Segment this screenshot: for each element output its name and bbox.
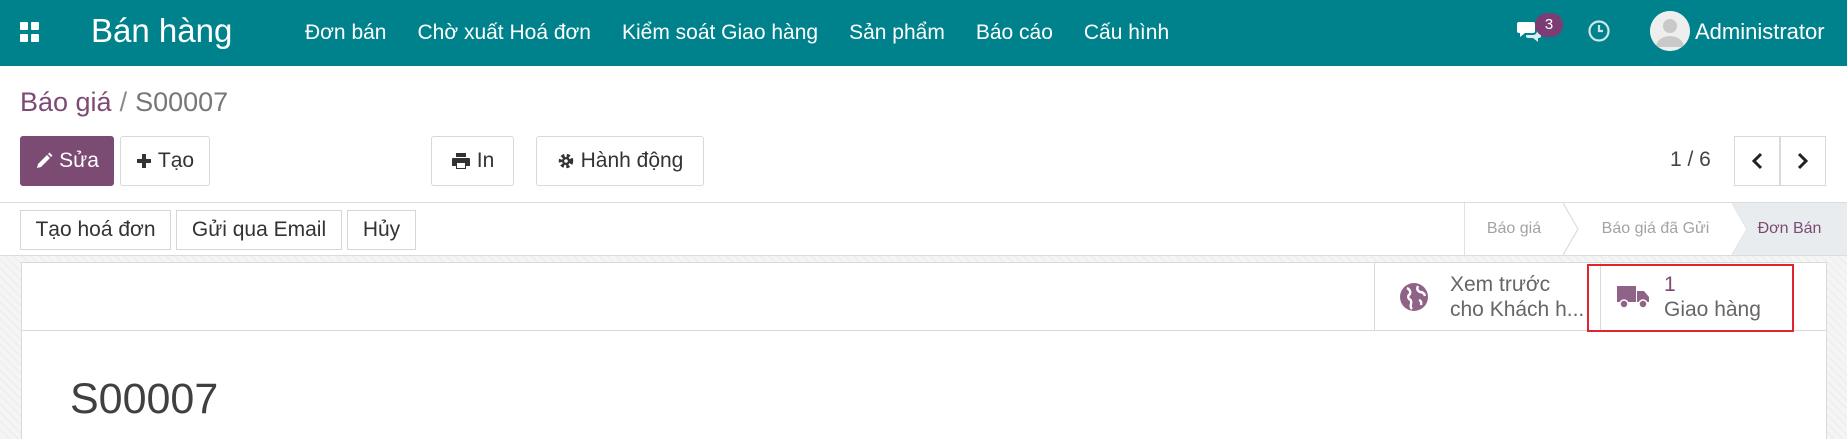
stage-separator <box>1563 203 1579 255</box>
print-button-label: In <box>476 149 495 172</box>
cancel-button[interactable]: Hủy <box>347 210 416 250</box>
user-name[interactable]: Administrator <box>1695 19 1825 45</box>
action-button[interactable]: Hành động <box>536 136 704 186</box>
pager-value[interactable]: 1 / 6 <box>1670 148 1711 172</box>
gear-icon <box>558 153 573 169</box>
apps-icon[interactable] <box>20 22 40 42</box>
create-button[interactable]: Tạo <box>120 136 210 186</box>
menu-item-reports[interactable]: Báo cáo <box>976 21 1053 45</box>
top-navbar: Bán hàng Đơn bán Chờ xuất Hoá đơn Kiểm s… <box>0 0 1847 66</box>
smart-button-box: Xem trước cho Khách h... 1 Giao hàng <box>22 263 1826 331</box>
create-invoice-button[interactable]: Tạo hoá đơn <box>20 210 171 250</box>
menu-item-delivery-control[interactable]: Kiểm soát Giao hàng <box>622 21 818 45</box>
customer-preview-button[interactable]: Xem trước cho Khách h... <box>1374 263 1600 330</box>
customer-preview-line2: cho Khách h... <box>1450 297 1585 321</box>
avatar[interactable] <box>1650 11 1690 51</box>
send-email-button[interactable]: Gửi qua Email <box>176 210 342 250</box>
messages-badge: 3 <box>1535 13 1563 37</box>
stage-sales-order[interactable]: Đơn Bán <box>1732 203 1847 255</box>
app-title[interactable]: Bán hàng <box>91 12 232 50</box>
menu-item-to-invoice[interactable]: Chờ xuất Hoá đơn <box>418 21 591 45</box>
breadcrumb: Báo giá / S00007 <box>20 87 228 118</box>
menu-item-configuration[interactable]: Cấu hình <box>1084 21 1169 45</box>
pager-previous-button[interactable] <box>1734 136 1780 186</box>
chevron-right-icon <box>1797 152 1809 170</box>
main-menu: Đơn bán Chờ xuất Hoá đơn Kiểm soát Giao … <box>305 0 1200 66</box>
create-button-label: Tạo <box>157 149 195 172</box>
pager-next-button[interactable] <box>1780 136 1826 186</box>
stage-quotation-sent[interactable]: Báo giá đã Gửi <box>1579 203 1732 255</box>
print-icon <box>451 153 470 169</box>
plus-icon <box>136 154 151 168</box>
avatar-icon <box>1650 11 1690 51</box>
action-button-label: Hành động <box>580 149 684 172</box>
menu-item-products[interactable]: Sản phẩm <box>849 21 945 45</box>
form-sheet: Xem trước cho Khách h... 1 Giao hàng S00… <box>21 262 1827 439</box>
menu-item-orders[interactable]: Đơn bán <box>305 21 387 45</box>
breadcrumb-separator: / <box>119 87 128 117</box>
pencil-icon <box>37 152 53 168</box>
customer-preview-line1: Xem trước <box>1450 272 1551 296</box>
clock-icon[interactable] <box>1587 19 1611 43</box>
breadcrumb-parent[interactable]: Báo giá <box>20 87 112 117</box>
globe-icon <box>1400 282 1428 311</box>
stage-quotation[interactable]: Báo giá <box>1464 203 1563 255</box>
status-bar: Tạo hoá đơn Gửi qua Email Hủy Báo giá Bá… <box>0 202 1847 256</box>
edit-button-label: Sửa <box>59 149 99 172</box>
record-title: S00007 <box>70 375 219 423</box>
highlight-box <box>1587 264 1794 332</box>
edit-button[interactable]: Sửa <box>20 136 114 186</box>
breadcrumb-current: S00007 <box>135 87 229 117</box>
print-button[interactable]: In <box>431 136 514 186</box>
chevron-left-icon <box>1751 152 1763 170</box>
